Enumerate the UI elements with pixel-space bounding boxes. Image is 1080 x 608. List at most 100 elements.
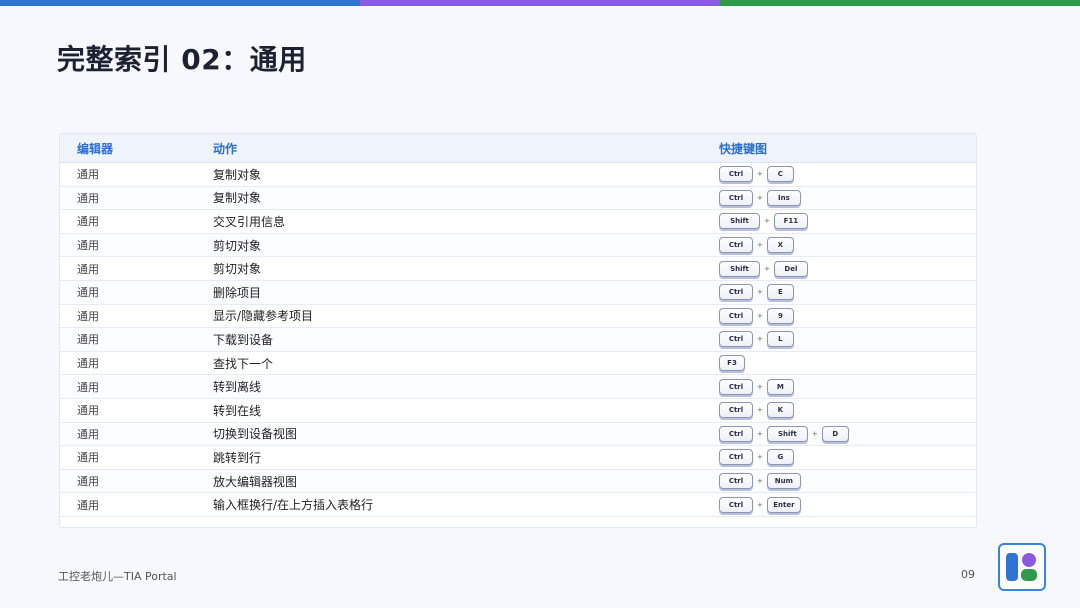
table-header: 编辑器 动作 快捷键图 xyxy=(60,134,976,163)
cell-action: 复制对象 xyxy=(213,191,262,206)
cell-shortcut: Shift + F11 xyxy=(719,213,976,230)
keycap-icon: L xyxy=(766,331,794,348)
plus-sign: + xyxy=(764,264,770,273)
keycap-icon: Shift xyxy=(766,425,808,442)
cell-editor: 通用 xyxy=(77,475,99,489)
table-row: 通用 显示/隐藏参考项目 Ctrl +9 xyxy=(60,305,976,329)
table-row: 通用 下载到设备 Ctrl + L xyxy=(60,328,976,352)
cell-editor: 通用 xyxy=(77,215,99,229)
header-action: 动作 xyxy=(213,141,238,156)
cell-action: 放大编辑器视图 xyxy=(213,474,298,489)
cell-action: 显示/隐藏参考项目 xyxy=(213,309,314,324)
keycap-icon: G xyxy=(766,449,794,466)
cell-action: 下载到设备 xyxy=(213,332,274,347)
table-row: 通用 复制对象 Ctrl + C xyxy=(60,163,976,187)
keycap-icon: Ctrl xyxy=(719,284,753,301)
plus-sign: + xyxy=(757,193,763,202)
keycap-icon: Shift xyxy=(719,213,760,230)
cell-editor: 通用 xyxy=(77,427,99,441)
cell-editor: 通用 xyxy=(77,498,99,512)
top-bar-blue-segment xyxy=(0,0,360,6)
header-shortcut: 快捷键图 xyxy=(719,141,768,156)
keycap-icon: Ins xyxy=(766,189,801,206)
cell-action: 剪切对象 xyxy=(213,238,262,253)
cell-action: 查找下一个 xyxy=(213,356,274,371)
cell-action: 输入框换行/在上方插入表格行 xyxy=(213,498,374,513)
cell-action: 交叉引用信息 xyxy=(213,214,286,229)
cell-action: 删除项目 xyxy=(213,285,262,300)
keycap-icon: Del xyxy=(773,260,808,277)
plus-sign: + xyxy=(757,382,763,391)
table-row: 通用 输入框换行/在上方插入表格行 Ctrl + Enter xyxy=(60,493,976,517)
header-editor: 编辑器 xyxy=(77,141,114,156)
plus-sign: + xyxy=(757,288,763,297)
keycap-icon: F3 xyxy=(719,355,745,372)
table-row: 通用 切换到设备视图 Ctrl + Shift + D xyxy=(60,422,976,447)
table-row: 通用 转到离线 Ctrl + M xyxy=(60,375,976,399)
plus-sign: + xyxy=(757,406,763,415)
page-title: 完整索引 02：通用 xyxy=(57,43,307,76)
cell-shortcut: Ctrl + Enter xyxy=(719,496,976,513)
cell-shortcut: Ctrl + Num xyxy=(719,473,976,490)
cell-shortcut: Shift + Del xyxy=(719,260,976,277)
keycap-icon: Shift xyxy=(719,260,760,277)
cell-shortcut: Ctrl + C xyxy=(719,166,976,183)
cell-shortcut: F3 xyxy=(719,355,976,372)
cell-shortcut: Ctrl + M xyxy=(719,378,976,395)
cell-shortcut: Ctrl + L xyxy=(719,331,976,348)
keycap-icon: E xyxy=(766,284,794,301)
plus-sign: + xyxy=(757,311,763,320)
keycap-icon: Ctrl xyxy=(719,496,753,513)
cell-editor: 通用 xyxy=(77,239,99,253)
keycap-icon: 9 xyxy=(766,307,794,324)
cell-shortcut: Ctrl + G xyxy=(719,449,976,466)
cell-editor: 通用 xyxy=(77,309,99,323)
cell-editor: 通用 xyxy=(77,380,99,394)
keycap-icon: Ctrl xyxy=(719,331,753,348)
keycap-icon: Ctrl xyxy=(719,378,753,395)
cell-action: 复制对象 xyxy=(213,167,262,182)
top-bar-green-segment xyxy=(720,0,1080,6)
cell-editor: 通用 xyxy=(77,451,99,465)
keycap-icon: Ctrl xyxy=(719,402,753,419)
cell-action: 剪切对象 xyxy=(213,262,262,277)
table-row: 通用 剪切对象 Ctrl + X xyxy=(60,233,976,258)
table-row: 通用 交叉引用信息 Shift + F11 xyxy=(60,210,976,234)
keycap-icon: Ctrl xyxy=(719,189,753,206)
table-body: 通用 复制对象 Ctrl + C 通用 复制对象 Ctrl + Ins 通用 交叉引用信息 Shift +… xyxy=(60,163,976,517)
table-row: 通用 复制对象 Ctrl + Ins xyxy=(60,186,976,211)
footer-brand: 工控老炮儿—TIA Portal xyxy=(58,570,177,583)
plus-sign: + xyxy=(757,453,763,462)
cell-editor: 通用 xyxy=(77,191,99,205)
cell-shortcut: Ctrl + K xyxy=(719,402,976,419)
plus-sign: + xyxy=(757,241,763,250)
top-bar-purple-segment xyxy=(360,0,720,6)
table-row: 通用 删除项目 Ctrl + E xyxy=(60,280,976,305)
plus-sign: + xyxy=(757,429,763,438)
plus-sign: + xyxy=(757,335,763,344)
cell-action: 跳转到行 xyxy=(213,450,262,465)
cell-shortcut: Ctrl + Ins xyxy=(719,189,976,206)
plus-sign: + xyxy=(757,477,763,486)
keycap-icon: Num xyxy=(766,473,801,490)
table-row: 通用 跳转到行 Ctrl + G xyxy=(60,446,976,470)
app-logo-icon-graphic xyxy=(1006,553,1037,581)
keycap-icon: Ctrl xyxy=(719,166,753,183)
keycap-icon: X xyxy=(766,237,794,254)
keycap-icon: Ctrl xyxy=(719,237,753,254)
table-row: 通用 查找下一个 F3 xyxy=(60,352,976,376)
cell-editor: 通用 xyxy=(77,404,99,418)
table-row: 通用 剪切对象 Shift + Del xyxy=(60,257,976,281)
keycap-icon: C xyxy=(766,166,794,183)
plus-sign: + xyxy=(757,500,763,509)
table-row: 通用 转到在线 Ctrl + K xyxy=(60,399,976,423)
page-number: 09 xyxy=(961,568,975,581)
keycap-icon: Enter xyxy=(766,496,801,513)
plus-sign: + xyxy=(811,429,818,438)
keycap-icon: Ctrl xyxy=(719,473,753,490)
app-logo-icon xyxy=(998,543,1046,591)
cell-editor: 通用 xyxy=(77,262,99,276)
table-row: 通用 放大编辑器视图 Ctrl + Num xyxy=(60,469,976,494)
cell-shortcut: Ctrl + E xyxy=(719,284,976,301)
cell-editor: 通用 xyxy=(77,286,99,300)
